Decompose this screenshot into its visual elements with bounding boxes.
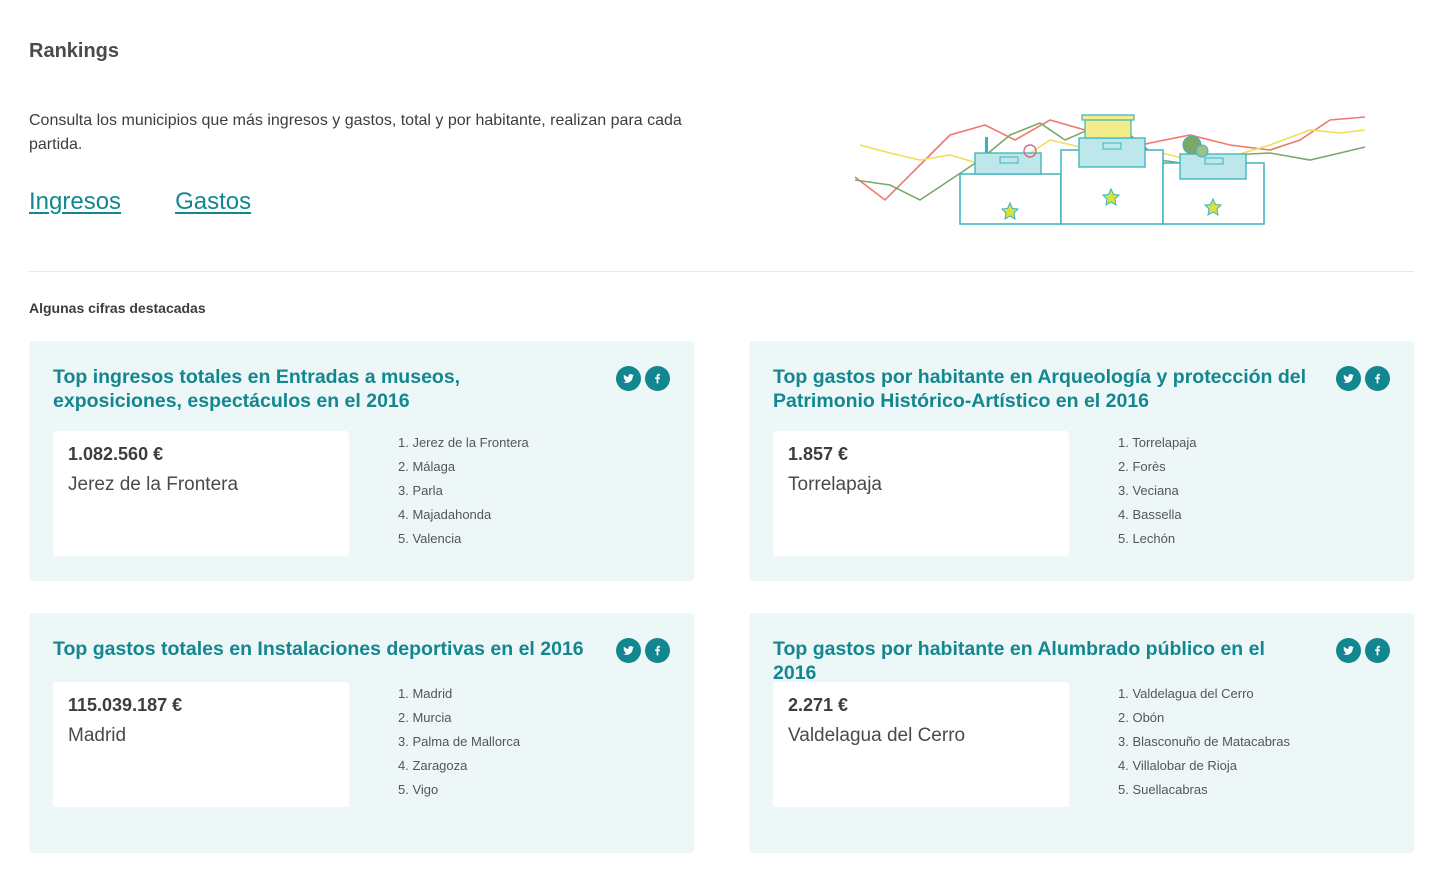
list-item: 4. Zaragoza [398, 758, 468, 773]
list-item: 5. Lechón [1118, 531, 1176, 546]
twitter-icon [1343, 646, 1354, 655]
highlight-place: Valdelagua del Cerro [788, 725, 966, 746]
twitter-share-button[interactable] [1336, 366, 1361, 391]
twitter-icon [623, 646, 634, 655]
list-item: 3. Parla [398, 483, 443, 498]
share-buttons [1336, 638, 1390, 663]
highlight-amount: 115.039.187 € [68, 695, 183, 715]
facebook-share-button[interactable] [1365, 366, 1390, 391]
facebook-icon [655, 373, 661, 384]
twitter-share-button[interactable] [616, 638, 641, 663]
share-buttons [1336, 366, 1390, 391]
ranking-card: Top gastos por habitante en Alumbrado pú… [749, 613, 1414, 853]
highlight-place: Torrelapaja [788, 474, 882, 495]
list-item: 2. Málaga [398, 459, 456, 474]
divider [29, 271, 1414, 272]
ranking-list: 1. Valdelagua del Cerro 2. Obón 3. Blasc… [1118, 682, 1290, 802]
facebook-share-button[interactable] [645, 638, 670, 663]
twitter-icon [1343, 374, 1354, 383]
ranking-links: Ingresos Gastos [29, 188, 251, 216]
share-buttons [616, 366, 670, 391]
list-item: 2. Murcia [398, 710, 452, 725]
list-item: 4. Bassella [1118, 507, 1182, 522]
card-title: Top gastos por habitante en Arqueología … [773, 366, 1307, 412]
list-item: 5. Suellacabras [1118, 782, 1208, 797]
list-item: 4. Villalobar de Rioja [1118, 758, 1237, 773]
ranking-list: 1. Jerez de la Frontera 2. Málaga 3. Par… [398, 431, 529, 551]
list-item: 2. Obón [1118, 710, 1165, 725]
ranking-card: Top gastos totales en Instalaciones depo… [29, 613, 694, 853]
intro-text: Consulta los municipios que más ingresos… [29, 112, 682, 153]
card-title: Top ingresos totales en Entradas a museo… [53, 366, 461, 412]
facebook-icon [1375, 373, 1381, 384]
list-item: 3. Veciana [1118, 483, 1179, 498]
list-item: 2. Forès [1118, 459, 1166, 474]
list-item: 5. Valencia [398, 531, 462, 546]
podium-illustration [854, 114, 1366, 225]
gastos-link[interactable]: Gastos [175, 188, 251, 216]
ingresos-link[interactable]: Ingresos [29, 188, 121, 216]
highlight-amount: 1.857 € [788, 444, 849, 464]
list-item: 5. Vigo [398, 782, 439, 797]
highlight-box: 2.271 € Valdelagua del Cerro [773, 682, 1069, 807]
highlight-amount: 1.082.560 € [68, 444, 164, 464]
twitter-icon [623, 374, 634, 383]
highlight-box: 115.039.187 € Madrid [53, 682, 349, 807]
list-item: 4. Majadahonda [398, 507, 492, 522]
share-buttons [616, 638, 670, 663]
twitter-share-button[interactable] [1336, 638, 1361, 663]
ranking-card: Top gastos por habitante en Arqueología … [749, 341, 1414, 581]
facebook-icon [1375, 645, 1381, 656]
list-item: 3. Palma de Mallorca [398, 734, 521, 749]
list-item: 1. Madrid [398, 686, 453, 701]
ranking-list: 1. Torrelapaja 2. Forès 3. Veciana 4. Ba… [1118, 431, 1197, 551]
list-item: 1. Torrelapaja [1118, 435, 1197, 450]
section-title: Algunas cifras destacadas [29, 300, 206, 316]
facebook-share-button[interactable] [1365, 638, 1390, 663]
ranking-card: Top ingresos totales en Entradas a museo… [29, 341, 694, 581]
facebook-share-button[interactable] [645, 366, 670, 391]
twitter-share-button[interactable] [616, 366, 641, 391]
highlight-place: Madrid [68, 725, 127, 746]
highlight-amount: 2.271 € [788, 695, 849, 715]
highlight-box: 1.857 € Torrelapaja [773, 431, 1069, 556]
highlight-box: 1.082.560 € Jerez de la Frontera [53, 431, 349, 556]
card-title: Top gastos totales en Instalaciones depo… [53, 638, 584, 660]
list-item: 1. Jerez de la Frontera [398, 435, 529, 450]
list-item: 1. Valdelagua del Cerro [1118, 686, 1254, 701]
facebook-icon [655, 645, 661, 656]
list-item: 3. Blasconuño de Matacabras [1118, 734, 1290, 749]
ranking-list: 1. Madrid 2. Murcia 3. Palma de Mallorca… [398, 682, 520, 802]
highlight-place: Jerez de la Frontera [68, 474, 239, 495]
page-title: Rankings [29, 40, 120, 62]
card-title: Top gastos por habitante en Alumbrado pú… [773, 638, 1265, 684]
